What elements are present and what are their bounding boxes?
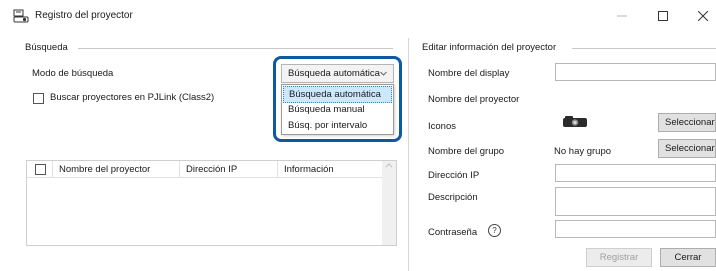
- description-label: Descripción: [428, 192, 478, 203]
- group-name-label: Nombre del grupo: [428, 146, 505, 157]
- help-icon[interactable]: ?: [488, 224, 501, 237]
- projector-name-label: Nombre del proyector: [428, 94, 520, 105]
- ip-address-label: Dirección IP: [428, 170, 480, 181]
- display-name-input[interactable]: [555, 63, 716, 81]
- register-button[interactable]: Registrar: [586, 248, 652, 267]
- password-label: Contraseña: [428, 227, 478, 238]
- select-all-checkbox[interactable]: [35, 164, 46, 175]
- search-mode-label: Modo de búsqueda: [32, 68, 114, 79]
- column-header-name[interactable]: Nombre del proyector: [59, 164, 150, 175]
- column-divider: [179, 161, 180, 177]
- panel-divider: [408, 38, 409, 271]
- edit-section-title: Editar información del proyector: [422, 42, 557, 53]
- table-header: Nombre del proyector Dirección IP Inform…: [27, 161, 382, 178]
- search-section-divider: [78, 48, 393, 49]
- table-scrollbar[interactable]: [382, 161, 396, 245]
- projector-icon: [562, 115, 588, 129]
- column-header-ip[interactable]: Dirección IP: [186, 164, 237, 175]
- dropdown-highlight-frame: [273, 56, 402, 142]
- column-divider: [52, 161, 53, 177]
- close-window-button[interactable]: [690, 4, 716, 28]
- edit-section-divider: [572, 48, 716, 49]
- maximize-button[interactable]: [646, 4, 680, 28]
- window-title: Registro del proyector: [35, 10, 133, 21]
- scroll-up-icon[interactable]: [382, 161, 396, 171]
- minimize-button[interactable]: [605, 4, 639, 28]
- display-name-label: Nombre del display: [428, 68, 510, 79]
- search-section-title: Búsqueda: [25, 42, 68, 53]
- password-input[interactable]: [555, 220, 716, 238]
- select-group-button[interactable]: Seleccionar...: [658, 139, 716, 158]
- pjlink-label: Buscar proyectores en PJLink (Class2): [50, 92, 215, 103]
- close-button[interactable]: Cerrar: [660, 248, 716, 267]
- projector-table: Nombre del proyector Dirección IP Inform…: [26, 160, 397, 246]
- pjlink-checkbox[interactable]: [33, 93, 44, 104]
- icons-label: Iconos: [428, 121, 456, 132]
- ip-address-input[interactable]: [555, 164, 716, 182]
- group-name-value: No hay grupo: [554, 146, 612, 157]
- select-icon-button[interactable]: Seleccionar...: [658, 113, 716, 132]
- projector-register-icon: [13, 9, 29, 23]
- column-divider: [277, 161, 278, 177]
- title-bar: Registro del proyector: [0, 0, 716, 32]
- description-input[interactable]: [555, 187, 716, 216]
- column-header-info[interactable]: Información: [284, 164, 334, 175]
